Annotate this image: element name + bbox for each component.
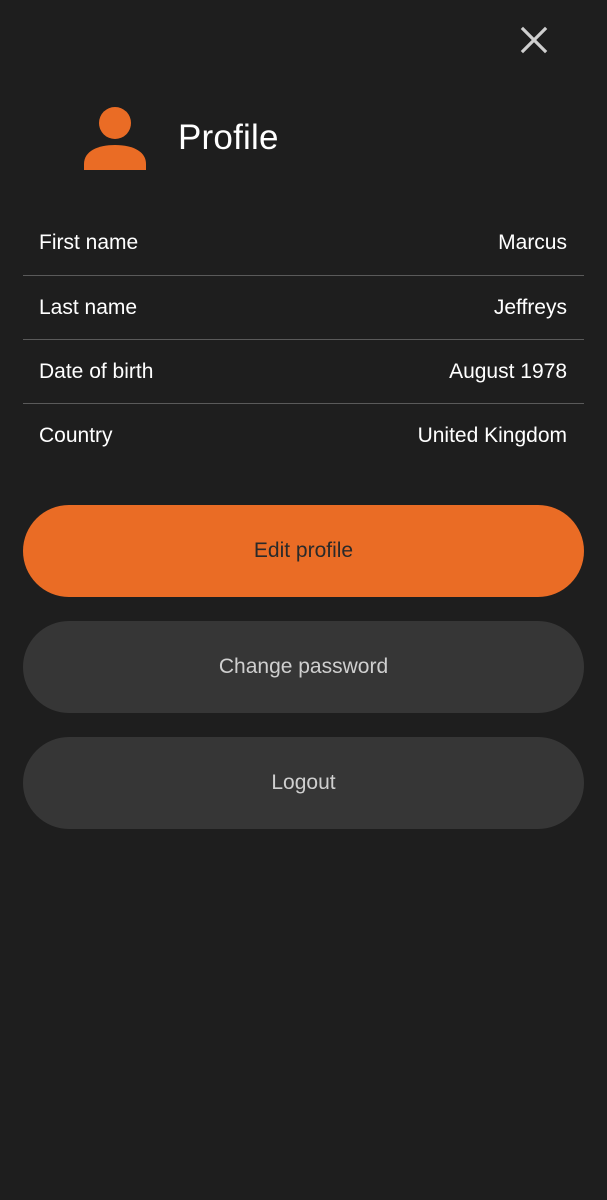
change-password-button[interactable]: Change password [23, 621, 584, 713]
info-label: Last name [39, 295, 138, 319]
info-label: First name [39, 231, 139, 254]
info-label: Date of birth [39, 359, 154, 383]
page-title: Profile [178, 118, 279, 157]
info-value: United Kingdom [417, 424, 567, 447]
info-value: August 1978 [449, 359, 567, 383]
close-button[interactable] [512, 18, 556, 62]
info-row-first-name: First name Marcus [23, 211, 584, 276]
avatar [80, 104, 150, 172]
info-row-date-of-birth: Date of birth August 1978 [23, 340, 584, 404]
logout-button[interactable]: Logout [23, 737, 584, 829]
profile-info-list: First name Marcus Last name Jeffreys Dat… [23, 211, 584, 468]
profile-screen: Profile First name Marcus Last name Jeff… [0, 0, 607, 1200]
profile-header: Profile [80, 104, 279, 172]
info-value: Marcus [498, 231, 567, 254]
info-row-country: Country United Kingdom [23, 404, 584, 468]
info-value: Jeffreys [493, 295, 567, 319]
info-row-last-name: Last name Jeffreys [23, 276, 584, 340]
profile-actions: Edit profile Change password Logout [23, 505, 584, 853]
info-label: Country [39, 424, 113, 447]
person-icon [84, 107, 146, 170]
close-icon [520, 26, 548, 54]
edit-profile-button[interactable]: Edit profile [23, 505, 584, 597]
